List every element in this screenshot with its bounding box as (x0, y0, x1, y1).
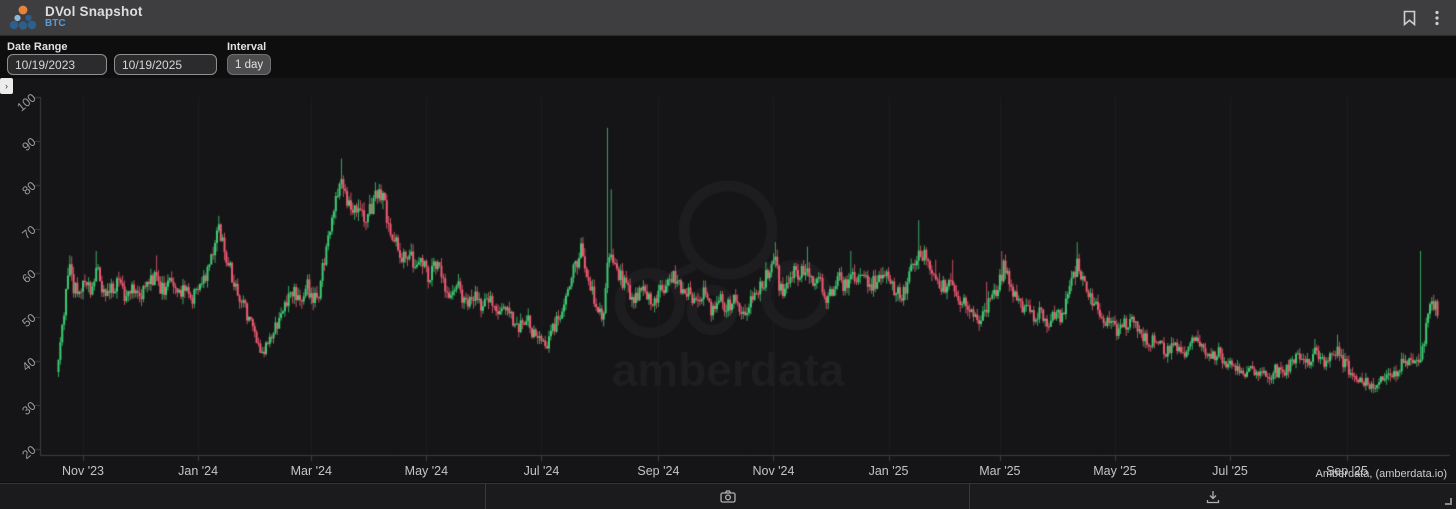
toolbar-section-left[interactable] (0, 484, 486, 509)
x-axis-tick-label: Jan '24 (153, 464, 243, 478)
resize-handle[interactable] (1445, 498, 1452, 505)
download-icon[interactable] (1203, 488, 1223, 506)
chart-panel: › 1009080706050403020Nov '23Jan '24Mar '… (0, 78, 1456, 482)
dvol-candlestick-chart[interactable] (0, 78, 1456, 482)
x-axis-tick-label: Nov '24 (728, 464, 818, 478)
page-title: DVol Snapshot (45, 5, 143, 19)
x-axis-tick-label: Jan '25 (844, 464, 934, 478)
x-axis-tick-label: Mar '25 (955, 464, 1045, 478)
toolbar-section-right (970, 484, 1456, 509)
x-axis-tick-label: Nov '23 (38, 464, 128, 478)
camera-icon[interactable] (718, 488, 738, 506)
asset-badge: BTC (45, 19, 143, 30)
chart-controls: Date Range Interval 1 day (0, 37, 1456, 78)
interval-button[interactable]: 1 day (227, 54, 271, 75)
attribution-text: Amberdata, (amberdata.io) (1316, 468, 1447, 480)
amberdata-logo (8, 5, 38, 31)
x-axis-tick-label: Mar '24 (266, 464, 356, 478)
dvol-snapshot-app: DVol Snapshot BTC Date Range Interval 1 … (0, 0, 1456, 509)
kebab-menu-icon[interactable] (1428, 9, 1446, 27)
toolbar-section-middle (486, 484, 970, 509)
x-axis-tick-label: Sep '24 (613, 464, 703, 478)
x-axis-tick-label: Jul '24 (496, 464, 586, 478)
date-to-input[interactable] (114, 54, 217, 75)
bottom-toolbar (0, 483, 1456, 509)
x-axis-tick-label: Jul '25 (1185, 464, 1275, 478)
app-header: DVol Snapshot BTC (0, 0, 1456, 36)
x-axis-tick-label: May '25 (1070, 464, 1160, 478)
x-axis-tick-label: May '24 (381, 464, 471, 478)
panel-expand-toggle[interactable]: › (0, 78, 13, 94)
date-range-label: Date Range (7, 41, 68, 53)
bookmark-icon[interactable] (1400, 9, 1418, 27)
date-from-input[interactable] (7, 54, 107, 75)
interval-label: Interval (227, 41, 266, 53)
